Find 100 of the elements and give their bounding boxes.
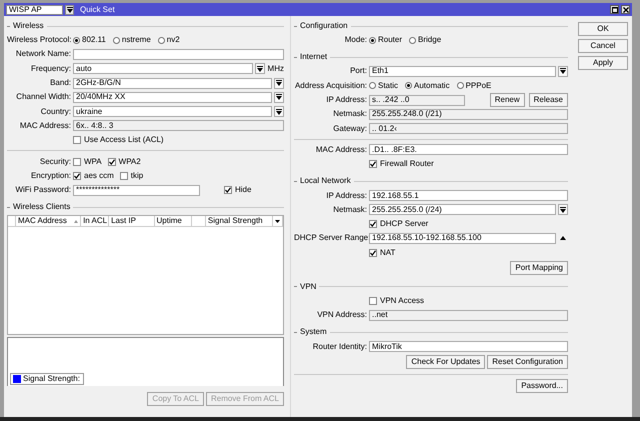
radio-button[interactable] xyxy=(369,36,376,44)
input-field[interactable]: 6x.. 4:8.. 3 xyxy=(73,120,284,132)
section-heading: Configuration xyxy=(300,22,348,30)
button[interactable]: Reset Configuration xyxy=(487,355,568,370)
field-label: WiFi Password: xyxy=(14,186,72,194)
dropdown-button[interactable] xyxy=(274,92,284,103)
column-header[interactable]: MAC Address xyxy=(16,216,82,226)
sort-icon xyxy=(74,220,78,223)
checkbox[interactable] xyxy=(369,248,377,257)
input-field[interactable]: 255.255.255.0 (/24) xyxy=(369,204,556,216)
button[interactable]: Apply xyxy=(578,56,628,70)
input-field[interactable]: ukraine xyxy=(73,106,272,118)
button[interactable]: OK xyxy=(578,22,628,36)
radio-label: Automatic xyxy=(414,82,450,90)
field-label: Frequency: xyxy=(30,64,72,73)
input-field[interactable]: s.. .242 ..0 xyxy=(369,94,465,106)
field-label: Channel Width: xyxy=(15,93,72,102)
radio-button[interactable] xyxy=(73,36,80,44)
input-field[interactable]: auto xyxy=(73,63,253,74)
checkbox-label: VPN Access xyxy=(380,297,424,305)
input-field[interactable]: 255.255.248.0 (/21) xyxy=(369,108,568,120)
checkbox-label: DHCP Server xyxy=(380,220,428,228)
radio-button[interactable] xyxy=(369,82,376,90)
column-header[interactable]: Uptime xyxy=(154,216,192,226)
checkbox[interactable] xyxy=(224,186,232,194)
column-header[interactable]: Last IP xyxy=(109,216,154,226)
field-label: Country: xyxy=(40,108,72,116)
radio-label: Bridge xyxy=(418,36,442,44)
input-field[interactable]: Eth1 xyxy=(369,66,556,77)
button[interactable]: Check For Updates xyxy=(406,355,486,370)
checkbox[interactable] xyxy=(73,172,81,180)
radio-label: Router xyxy=(378,36,402,44)
radio-label: nv2 xyxy=(166,36,180,44)
input-field[interactable]: 2GHz-B/G/N xyxy=(73,78,272,89)
field-label: Security: xyxy=(38,158,72,166)
mode-select[interactable]: WISP AP xyxy=(6,4,63,14)
button[interactable]: Release xyxy=(528,93,568,108)
password-field[interactable]: ************** xyxy=(73,184,200,196)
checkbox[interactable] xyxy=(108,158,116,166)
input-field[interactable] xyxy=(73,48,284,60)
field-label: IP Address: xyxy=(325,96,368,104)
section-heading: System xyxy=(300,328,327,336)
checkbox-label: tkip xyxy=(130,172,144,180)
checkbox[interactable] xyxy=(73,158,81,166)
input-field[interactable]: .D1.. .8F:E3. xyxy=(369,144,568,156)
checkbox-label: Firewall Router xyxy=(380,160,434,168)
field-label: IP Address: xyxy=(325,192,368,200)
column-header[interactable]: In ACL xyxy=(81,216,110,226)
input-field[interactable]: 192.168.55.1 xyxy=(369,190,568,202)
section-heading: Wireless xyxy=(13,22,44,30)
checkbox[interactable] xyxy=(369,220,377,228)
checkbox[interactable] xyxy=(369,160,377,168)
radio-button[interactable] xyxy=(158,36,165,44)
column-header[interactable]: Signal Strength xyxy=(206,216,273,226)
field-label: MAC Address: xyxy=(18,122,72,130)
collapse-icon[interactable] xyxy=(560,236,566,240)
maximize-button[interactable] xyxy=(610,5,619,14)
input-field[interactable]: .. 01.2‹ xyxy=(369,123,568,134)
section-heading: Internet xyxy=(300,53,328,62)
unit-label: MHz xyxy=(268,64,284,73)
section-heading: Wireless Clients xyxy=(13,203,70,212)
radio-button[interactable] xyxy=(456,82,464,90)
dropdown-button[interactable] xyxy=(558,204,568,216)
button[interactable]: Renew xyxy=(490,93,525,108)
checkbox-label: Use Access List (ACL) xyxy=(84,136,164,144)
field-label: Mode: xyxy=(344,36,368,44)
section-heading: Local Network xyxy=(300,177,351,186)
button[interactable]: Port Mapping xyxy=(510,261,568,276)
input-field[interactable]: 20/40MHz XX xyxy=(73,92,272,103)
checkbox[interactable] xyxy=(73,136,81,144)
dropdown-icon[interactable] xyxy=(275,220,280,223)
radio-button[interactable] xyxy=(409,36,416,44)
field-label: VPN Address: xyxy=(316,311,368,320)
field-label: MAC Address: xyxy=(314,146,368,154)
dropdown-button[interactable] xyxy=(65,4,74,14)
radio-label: PPPoE xyxy=(466,82,492,90)
checkbox[interactable] xyxy=(369,297,377,305)
field-label: Network Name: xyxy=(14,50,72,58)
window-title: Quick Set xyxy=(80,6,115,14)
section-heading: VPN xyxy=(300,282,316,291)
legend-label: Signal Strength: xyxy=(23,375,80,384)
button[interactable]: Cancel xyxy=(578,39,628,53)
dropdown-button[interactable] xyxy=(254,63,265,74)
field-label: Encryption: xyxy=(30,172,72,180)
close-button[interactable] xyxy=(621,5,630,14)
dropdown-button[interactable] xyxy=(274,106,284,118)
input-field[interactable]: ..net xyxy=(369,310,568,321)
radio-label: 802.11 xyxy=(82,36,106,44)
field-label: Address Acquisition: xyxy=(294,82,368,90)
checkbox[interactable] xyxy=(120,172,128,180)
checkbox-label: NAT xyxy=(380,248,396,257)
radio-button[interactable] xyxy=(405,82,412,90)
input-field[interactable]: 192.168.55.10-192.168.55.100 xyxy=(369,232,556,244)
input-field[interactable]: MikroTik xyxy=(369,341,568,352)
button[interactable]: Password... xyxy=(516,379,568,394)
radio-button[interactable] xyxy=(112,36,120,44)
field-label: Router Identity: xyxy=(312,342,368,351)
checkbox-label: Hide xyxy=(235,186,252,194)
dropdown-button[interactable] xyxy=(274,78,284,89)
dropdown-button[interactable] xyxy=(558,66,568,77)
